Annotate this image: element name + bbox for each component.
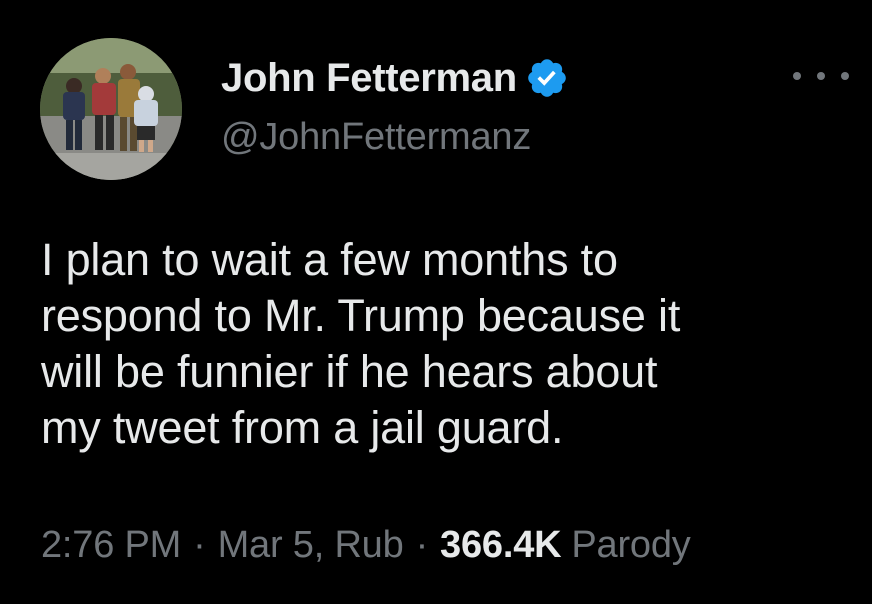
tweet-meta: 2:76 PM · Mar 5, Rub · 366.4K Parody	[41, 524, 691, 567]
verified-badge-icon	[525, 56, 569, 100]
tweet-text-line: I plan to wait a few months to	[41, 234, 618, 285]
tweet-text: I plan to wait a few months to respond t…	[41, 232, 841, 456]
tweet-text-line: respond to Mr. Trump because it	[41, 290, 681, 341]
more-horizontal-icon	[817, 72, 825, 80]
more-options-button[interactable]	[793, 62, 849, 90]
author-display-name[interactable]: John Fetterman	[221, 56, 517, 101]
meta-separator: ·	[415, 524, 429, 566]
tweet-date[interactable]: Mar 5, Rub	[218, 524, 404, 567]
tweet-text-line: my tweet from a jail guard.	[41, 402, 564, 453]
tweet-text-line: will be funnier if he hears about	[41, 346, 658, 397]
more-horizontal-icon	[841, 72, 849, 80]
avatar-photo	[40, 38, 182, 180]
views-count[interactable]: 366.4K	[440, 524, 562, 567]
meta-separator: ·	[193, 524, 206, 566]
views-label: Parody	[571, 524, 691, 566]
avatar[interactable]	[40, 38, 182, 180]
author-handle[interactable]: @JohnFettermanz	[221, 116, 531, 159]
more-horizontal-icon	[793, 72, 801, 80]
tweet-time[interactable]: 2:76 PM	[41, 524, 181, 567]
author-name-row[interactable]: John Fetterman	[221, 52, 569, 104]
tweet-card: John Fetterman @JohnFettermanz I plan to…	[0, 0, 872, 604]
